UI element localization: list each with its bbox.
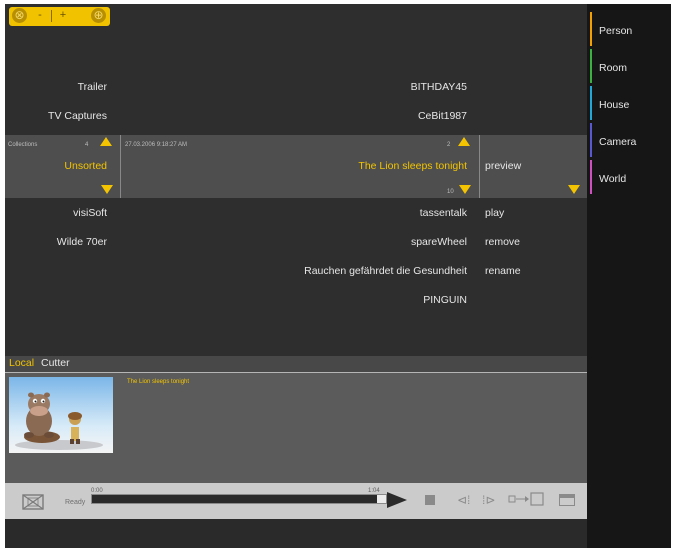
step-forward-icon[interactable]: ⁞⊳	[482, 493, 495, 507]
preview-action[interactable]: preview	[485, 160, 521, 173]
scope-sidebar: Person Room House Camera World	[587, 4, 671, 548]
room-color-bar	[590, 49, 592, 83]
minimize-button[interactable]: -	[33, 8, 47, 23]
clip-thumbnail[interactable]	[9, 377, 113, 453]
player-status: Ready	[65, 499, 86, 506]
sidebar-item-world[interactable]: World	[590, 160, 671, 194]
step-back-icon[interactable]: ⊲⁞	[457, 493, 470, 507]
close-icon[interactable]: ⊗	[12, 8, 27, 23]
divider	[51, 10, 52, 22]
scroll-down-arrow-icon[interactable]	[101, 185, 113, 194]
no-video-icon[interactable]	[21, 493, 45, 511]
clip-item[interactable]: BITHDAY45	[125, 81, 467, 94]
app-window: ⊗ - + ⊕ Trailer BITHDAY45 TV Captures Ce…	[5, 4, 671, 548]
collection-item[interactable]: TV Captures	[5, 110, 107, 123]
sidebar-item-house[interactable]: House	[590, 86, 671, 120]
sidebar-item-label: House	[599, 99, 630, 111]
sidebar-item-room[interactable]: Room	[590, 49, 671, 83]
tab-local[interactable]: Local	[9, 357, 34, 370]
play-icon[interactable]	[387, 492, 407, 508]
sidebar-item-label: World	[599, 173, 627, 185]
stop-icon[interactable]	[425, 495, 435, 505]
clip-title: The Lion sleeps tonight	[127, 379, 190, 385]
clip-item[interactable]: tassentalk	[125, 207, 467, 220]
progress-fill	[92, 495, 377, 503]
house-color-bar	[590, 86, 592, 120]
clip-item[interactable]: spareWheel	[125, 236, 467, 249]
world-color-bar	[590, 160, 592, 194]
bottom-strip	[5, 519, 587, 548]
remove-action[interactable]: remove	[485, 236, 520, 249]
timestamp: 27.03.2006 9:18:27 AM	[125, 142, 188, 148]
window-controls: ⊗ - + ⊕	[9, 7, 110, 26]
sidebar-item-camera[interactable]: Camera	[590, 123, 671, 157]
scroll-down-arrow-icon[interactable]	[459, 185, 471, 194]
collection-item[interactable]: Wilde 70er	[5, 236, 107, 249]
scroll-down-arrow-icon[interactable]	[568, 185, 580, 194]
sidebar-item-label: Person	[599, 25, 633, 37]
play-action[interactable]: play	[485, 207, 504, 220]
scroll-up-arrow-icon[interactable]	[458, 137, 470, 146]
column-divider	[479, 135, 480, 198]
scroll-up-arrow-icon[interactable]	[100, 137, 112, 146]
collections-count: 4	[85, 142, 89, 148]
progress-track[interactable]	[91, 494, 387, 504]
camera-color-bar	[590, 123, 592, 157]
selected-collection[interactable]: Unsorted	[5, 160, 107, 173]
cutter-tab-bar	[5, 356, 587, 373]
export-to-cutter-icon[interactable]	[508, 492, 546, 509]
selected-clip[interactable]: The Lion sleeps tonight	[125, 160, 467, 173]
fullscreen-icon[interactable]: ⊕	[91, 8, 106, 23]
collections-header-label: Collections	[8, 142, 38, 148]
fullscreen-toggle-icon[interactable]	[559, 494, 575, 506]
clip-item[interactable]: PINGUIN	[125, 294, 467, 307]
sidebar-item-label: Room	[599, 62, 628, 74]
clips-bottom-count: 10	[447, 189, 454, 195]
sidebar-item-label: Camera	[599, 136, 637, 148]
sidebar-item-person[interactable]: Person	[590, 12, 671, 46]
collection-item[interactable]: visiSoft	[5, 207, 107, 220]
column-divider	[120, 135, 121, 198]
clip-item[interactable]: CeBit1987	[125, 110, 467, 123]
clip-item[interactable]: Rauchen gefährdet die Gesundheit	[125, 265, 467, 278]
maximize-button[interactable]: +	[56, 8, 70, 23]
clips-count: 2	[447, 142, 451, 148]
collection-item[interactable]: Trailer	[5, 81, 107, 94]
tab-cutter[interactable]: Cutter	[41, 357, 70, 370]
rename-action[interactable]: rename	[485, 265, 521, 278]
person-color-bar	[590, 12, 592, 46]
hippo-thumbnail-image	[9, 377, 113, 453]
